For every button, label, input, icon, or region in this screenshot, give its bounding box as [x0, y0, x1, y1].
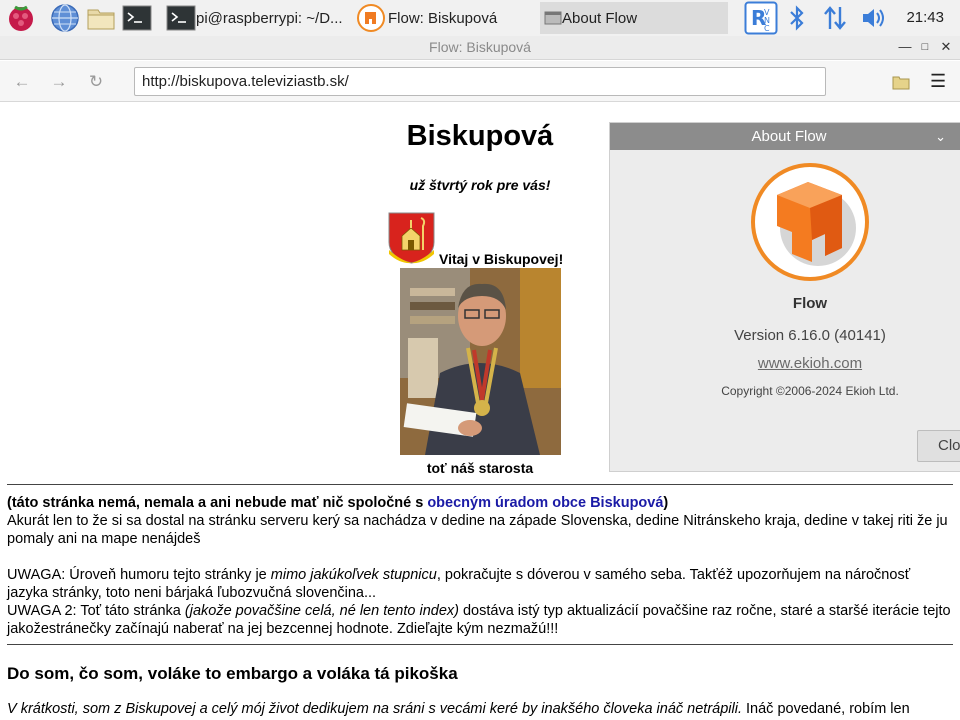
mayor-photo: [400, 268, 561, 455]
photo-caption: toť náš starosta: [426, 460, 534, 476]
copyright-text: Copyright ©2006-2024 Ekioh Ltd.: [721, 384, 899, 398]
warning-paragraph-2: UWAGA 2: Toť táto stránka (jakože povačš…: [7, 602, 953, 638]
app-version: Version 6.16.0 (40141): [734, 327, 886, 344]
taskbar-task-label: Flow: Biskupová: [388, 9, 498, 27]
close-button[interactable]: Clo: [917, 430, 960, 462]
reload-button[interactable]: ↻: [85, 71, 107, 93]
taskbar-task-terminal[interactable]: pi@raspberrypi: ~/D...: [166, 2, 354, 34]
disclaimer: (táto stránka nemá, nemala a ani nebude …: [7, 494, 953, 512]
warning-emphasis: mimo jakúkoľvek stupnicu: [270, 567, 437, 583]
svg-text:C: C: [764, 24, 770, 33]
divider: [7, 484, 953, 485]
flow-app-icon: [357, 4, 385, 32]
about-flow-dialog: About Flow ⌄ Flow Version 6.16.0 (40141)…: [609, 122, 960, 472]
window-icon: [544, 11, 562, 25]
taskbar-task-label: pi@raspberrypi: ~/D...: [196, 9, 343, 27]
divider: [7, 644, 953, 645]
welcome-text: Vitaj v Biskupovej!: [439, 251, 564, 267]
minimize-button[interactable]: —: [896, 38, 914, 56]
taskbar: pi@raspberrypi: ~/D... Flow: Biskupová A…: [0, 0, 960, 36]
taskbar-task-flow[interactable]: Flow: Biskupová: [356, 2, 536, 34]
window-titlebar[interactable]: Flow: Biskupová — □ ✕: [0, 36, 960, 60]
bookmarks-folder-icon[interactable]: [892, 74, 910, 90]
terminal-icon[interactable]: [122, 3, 152, 33]
raspberry-menu-icon[interactable]: [6, 3, 36, 33]
browser-toolbar: ← → ↻ http://biskupova.televiziastb.sk/ …: [0, 61, 960, 102]
flow-logo-icon: [751, 163, 869, 281]
vnc-icon[interactable]: R V N C: [744, 1, 778, 35]
ekioh-website-link[interactable]: www.ekioh.com: [610, 355, 960, 372]
terminal-icon: [166, 5, 196, 31]
about-dialog-title: About Flow: [751, 128, 827, 145]
network-icon[interactable]: [822, 3, 848, 33]
bio-emphasis: V krátkosti, som z Biskupovej a celý mój…: [7, 701, 742, 717]
warning-text: UWAGA: Úroveň humoru tejto stránky je: [7, 567, 271, 583]
warning-text: UWAGA 2: Toť táto stránka: [7, 603, 185, 619]
close-window-button[interactable]: ✕: [937, 38, 955, 56]
window-title: Flow: Biskupová: [429, 39, 531, 55]
municipal-office-link[interactable]: obecným úradom obce Biskupová: [427, 495, 663, 511]
bluetooth-icon[interactable]: [786, 3, 808, 33]
page-title: Biskupová: [406, 120, 554, 152]
warning-paragraph-1: UWAGA: Úroveň humoru tejto stránky je mi…: [7, 566, 953, 602]
menu-icon[interactable]: ☰: [930, 71, 946, 92]
app-name: Flow: [792, 295, 828, 312]
back-button[interactable]: ←: [11, 71, 33, 93]
intro-paragraph: Akurát len to že si sa dostal na stránku…: [7, 513, 948, 547]
warning-emphasis: (jakože povačšine celá, né len tento ind…: [184, 603, 459, 619]
clock[interactable]: 21:43: [906, 9, 944, 26]
chevron-down-icon[interactable]: ⌄: [935, 123, 946, 150]
bio-paragraph: V krátkosti, som z Biskupovej a celý mój…: [7, 700, 953, 718]
page-tagline: už štvrtý rok pre vás!: [409, 177, 551, 193]
section-heading: Do som, čo som, voláke to embargo a volá…: [7, 664, 458, 683]
disclaimer-text: (táto stránka nemá, nemala a ani nebude …: [7, 495, 428, 511]
taskbar-task-label: About Flow: [562, 9, 638, 27]
forward-button[interactable]: →: [48, 71, 70, 93]
browser-globe-icon[interactable]: [50, 3, 80, 33]
url-input[interactable]: http://biskupova.televiziastb.sk/: [134, 67, 826, 96]
disclaimer-text-end: ): [663, 495, 669, 511]
volume-icon[interactable]: [860, 3, 888, 33]
village-crest-image: [388, 212, 435, 264]
bio-text: Ináč povedané, robím len: [741, 701, 910, 717]
taskbar-task-about-flow[interactable]: About Flow: [540, 2, 728, 34]
maximize-button[interactable]: □: [916, 38, 934, 56]
about-dialog-header[interactable]: About Flow ⌄: [610, 123, 960, 150]
file-manager-icon[interactable]: [86, 3, 116, 33]
